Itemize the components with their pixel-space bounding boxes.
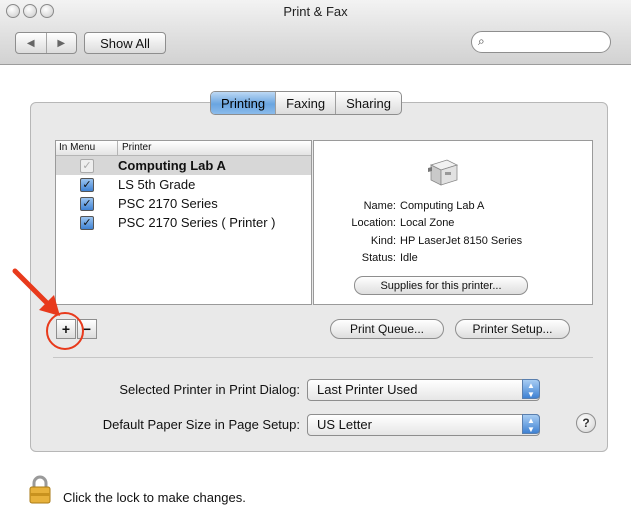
location-value: Local Zone — [400, 217, 455, 229]
back-arrow-icon[interactable]: ◀ — [16, 33, 46, 53]
kind-value: HP LaserJet 8150 Series — [400, 235, 523, 247]
name-value: Computing Lab A — [400, 200, 485, 212]
search-icon: ⌕ — [478, 34, 485, 48]
printer-name-row: Name: Computing Lab A — [314, 200, 592, 212]
kind-label: Kind: — [370, 235, 396, 247]
printer-row[interactable]: ✓ PSC 2170 Series ( Printer ) — [56, 213, 311, 232]
show-all-button[interactable]: Show All — [84, 32, 166, 54]
printer-kind-row: Kind: HP LaserJet 8150 Series — [314, 235, 592, 247]
selected-printer-value: Last Printer Used — [317, 382, 418, 397]
printer-location-row: Location: Local Zone — [314, 217, 592, 229]
printer-list: In Menu Printer ✓ Computing Lab A ✓ LS 5… — [55, 140, 312, 305]
window-titlebar: Print & Fax ◀ ▶ Show All ⌕ — [0, 0, 631, 65]
tab-printing[interactable]: Printing — [211, 92, 276, 114]
selected-printer-popup[interactable]: Last Printer Used ▲ ▼ — [307, 379, 540, 401]
printer-info-panel: Name: Computing Lab A Location: Local Zo… — [313, 140, 593, 305]
annotation-circle — [46, 312, 84, 350]
printer-setup-button[interactable]: Printer Setup... — [455, 319, 570, 339]
status-value: Idle — [400, 252, 418, 264]
printer-row[interactable]: ✓ Computing Lab A — [56, 156, 311, 175]
popup-arrows-icon: ▲ ▼ — [522, 414, 540, 434]
laser-printer-icon — [428, 159, 459, 186]
printer-name: PSC 2170 Series ( Printer ) — [118, 215, 276, 230]
in-menu-checkbox[interactable]: ✓ — [80, 177, 94, 192]
in-menu-checkbox[interactable]: ✓ — [80, 196, 94, 211]
paper-size-label: Default Paper Size in Page Setup: — [102, 417, 300, 432]
selected-printer-label: Selected Printer in Print Dialog: — [119, 382, 300, 397]
in-menu-checkbox[interactable]: ✓ — [80, 215, 94, 230]
lock-message: Click the lock to make changes. — [63, 490, 246, 505]
help-button[interactable]: ? — [576, 413, 596, 433]
window-title: Print & Fax — [283, 4, 348, 19]
printer-name: LS 5th Grade — [118, 177, 196, 192]
printer-row[interactable]: ✓ LS 5th Grade — [56, 175, 311, 194]
name-label: Name: — [363, 200, 396, 212]
column-printer[interactable]: Printer — [118, 141, 151, 155]
printer-row[interactable]: ✓ PSC 2170 Series — [56, 194, 311, 213]
paper-size-popup[interactable]: US Letter ▲ ▼ — [307, 414, 540, 436]
column-in-menu[interactable]: In Menu — [56, 141, 118, 155]
printer-list-header: In Menu Printer — [56, 141, 311, 156]
search-input[interactable]: ⌕ — [471, 31, 611, 53]
location-label: Location: — [351, 217, 396, 229]
tab-sharing[interactable]: Sharing — [335, 92, 401, 114]
back-forward-control: ◀ ▶ — [15, 32, 77, 54]
lock-icon[interactable] — [28, 474, 52, 504]
printer-status-row: Status: Idle — [314, 252, 592, 264]
popup-arrows-icon: ▲ ▼ — [522, 379, 540, 399]
in-menu-checkbox: ✓ — [80, 158, 94, 173]
tab-faxing[interactable]: Faxing — [275, 92, 335, 114]
tab-bar: Printing Faxing Sharing — [210, 91, 402, 115]
printer-name: PSC 2170 Series — [118, 196, 218, 211]
supplies-button[interactable]: Supplies for this printer... — [354, 276, 528, 295]
printer-name: Computing Lab A — [118, 158, 226, 173]
status-label: Status: — [361, 252, 396, 264]
section-divider — [53, 357, 593, 358]
paper-size-value: US Letter — [317, 417, 372, 432]
print-queue-button[interactable]: Print Queue... — [330, 319, 444, 339]
forward-arrow-icon[interactable]: ▶ — [45, 33, 77, 53]
